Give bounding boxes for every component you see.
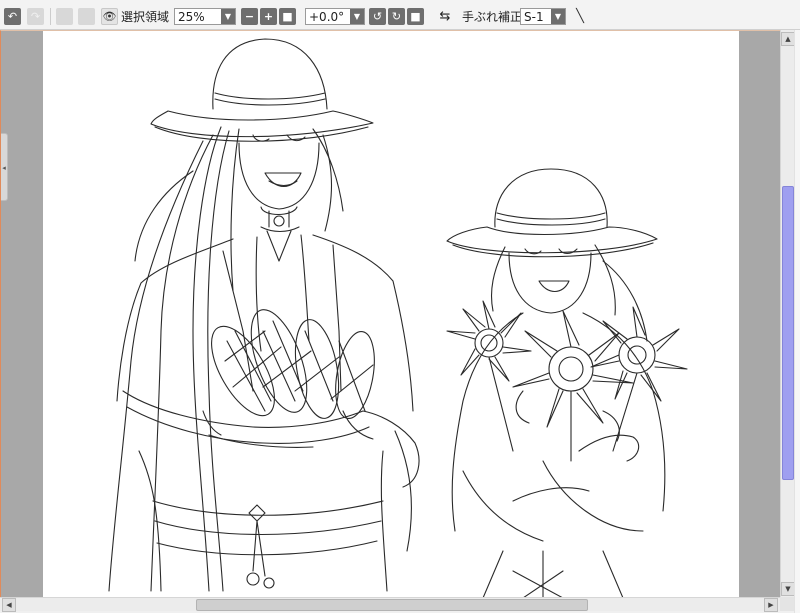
canvas-viewport[interactable]: ◂ xyxy=(0,30,780,597)
rotate-right-button[interactable]: ↻ xyxy=(388,8,405,25)
panel-collapse-handle[interactable]: ◂ xyxy=(1,133,8,201)
swap-arrows-icon[interactable]: ⇆ xyxy=(436,8,454,25)
eye-icon[interactable]: 👁 xyxy=(101,8,118,25)
selection-area-label[interactable]: 選択領域 xyxy=(121,8,169,25)
line-art-drawing xyxy=(108,38,688,597)
horizontal-scroll-thumb[interactable] xyxy=(196,599,588,611)
zoom-value: 25% xyxy=(178,9,205,24)
canvas-paper[interactable] xyxy=(43,31,739,597)
undo-icon[interactable]: ↶ xyxy=(4,8,21,25)
zoom-reset-button[interactable]: ■ xyxy=(279,8,296,25)
rotation-select[interactable]: +0.0° ▼ xyxy=(305,8,365,25)
toolbar-separator xyxy=(50,8,51,25)
vertical-scrollbar[interactable]: ▲ ▼ xyxy=(780,30,795,597)
toolbar: ↶ ↷ 👁 選択領域 25% ▼ − + ■ +0.0° ▼ ↺ ↻ ■ ⇆ 手… xyxy=(0,0,800,30)
stabilizer-value: S-1 xyxy=(524,9,544,24)
vertical-scroll-thumb[interactable] xyxy=(782,186,794,480)
sunflower-left xyxy=(446,300,532,382)
rotate-left-button[interactable]: ↺ xyxy=(369,8,386,25)
sunflower-center xyxy=(512,310,634,428)
sunflower-right xyxy=(590,306,688,402)
scroll-right-icon[interactable]: ▶ xyxy=(764,598,778,612)
stabilizer-select[interactable]: S-1 ▼ xyxy=(520,8,566,25)
stabilizer-label: 手ぶれ補正 xyxy=(462,10,523,24)
zoom-select[interactable]: 25% ▼ xyxy=(174,8,236,25)
scroll-up-icon[interactable]: ▲ xyxy=(781,32,795,46)
horizontal-scrollbar[interactable]: ◀ ▶ xyxy=(0,597,780,612)
rotation-reset-button[interactable]: ■ xyxy=(407,8,424,25)
zoom-in-button[interactable]: + xyxy=(260,8,277,25)
rotation-value: +0.0° xyxy=(309,9,345,24)
redo-icon[interactable]: ↷ xyxy=(27,8,44,25)
side-panel-edge xyxy=(794,30,800,613)
zoom-out-button[interactable]: − xyxy=(241,8,258,25)
chevron-down-icon: ▼ xyxy=(551,9,565,24)
scrollbar-corner xyxy=(780,597,794,611)
straight-line-icon[interactable]: ╲ xyxy=(571,8,589,25)
scroll-left-icon[interactable]: ◀ xyxy=(2,598,16,612)
flip-horizontal-icon[interactable] xyxy=(56,8,73,25)
scroll-down-icon[interactable]: ▼ xyxy=(781,582,795,596)
chevron-down-icon: ▼ xyxy=(350,9,364,24)
flip-vertical-icon[interactable] xyxy=(78,8,95,25)
chevron-down-icon: ▼ xyxy=(221,9,235,24)
